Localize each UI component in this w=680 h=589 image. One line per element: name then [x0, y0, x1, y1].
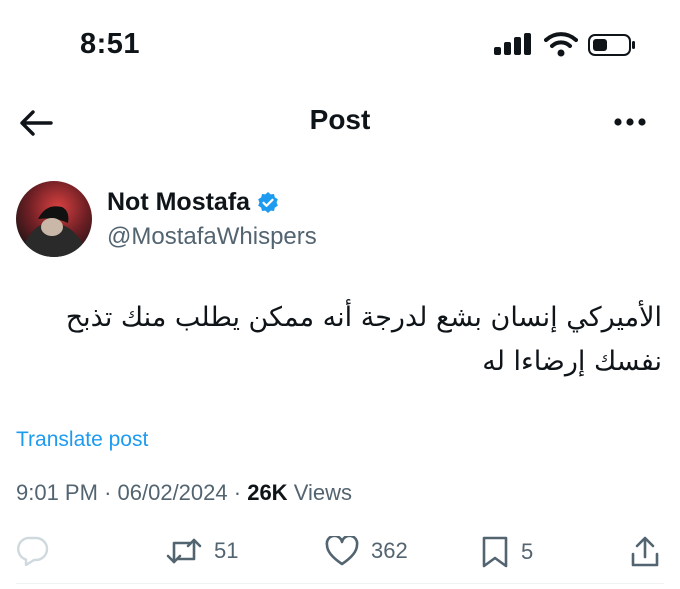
tweet-text-line: نفسك إرضاءا له [482, 346, 662, 377]
repost-button[interactable]: 51 [166, 536, 238, 566]
bookmark-icon [482, 536, 508, 568]
reply-button[interactable] [17, 536, 61, 566]
author-handle[interactable]: @MostafaWhispers [107, 223, 317, 251]
tweet-text: الأميركي إنسان بشع لدرجة أنه ممكن يطلب م… [22, 296, 662, 384]
divider [16, 583, 664, 584]
bookmark-count: 5 [521, 539, 534, 564]
signal-icon [494, 33, 531, 55]
share-button[interactable] [630, 536, 660, 568]
battery-icon [588, 34, 635, 56]
views-label: Views [293, 480, 352, 505]
like-icon [325, 536, 359, 566]
tweet-time: 9:01 PM [16, 480, 98, 505]
repost-icon [166, 538, 202, 564]
reply-icon [17, 536, 49, 566]
tweet-meta: 9:01 PM · 06/02/2024 · 26K Views [16, 480, 352, 506]
like-count: 362 [371, 538, 408, 563]
meta-separator: · [104, 480, 112, 505]
author-name-row[interactable]: Not Mostafa [107, 188, 280, 217]
verified-badge-icon [258, 191, 278, 213]
status-time: 8:51 [80, 28, 141, 60]
share-icon [631, 536, 659, 567]
wifi-icon [544, 32, 578, 57]
views-count: 26K [247, 480, 288, 505]
like-button[interactable]: 362 [325, 536, 408, 566]
tweet-date: 06/02/2024 [117, 480, 228, 505]
meta-separator: · [233, 480, 242, 505]
translate-post-link[interactable]: Translate post [16, 428, 148, 452]
avatar[interactable] [16, 181, 92, 257]
author-name[interactable]: Not Mostafa [107, 188, 250, 217]
page-title: Post [309, 104, 371, 135]
tweet-text-line: الأميركي إنسان بشع لدرجة أنه ممكن يطلب م… [65, 302, 662, 333]
repost-count: 51 [214, 538, 239, 563]
more-icon[interactable] [608, 108, 652, 136]
bookmark-button[interactable]: 5 [481, 536, 533, 568]
